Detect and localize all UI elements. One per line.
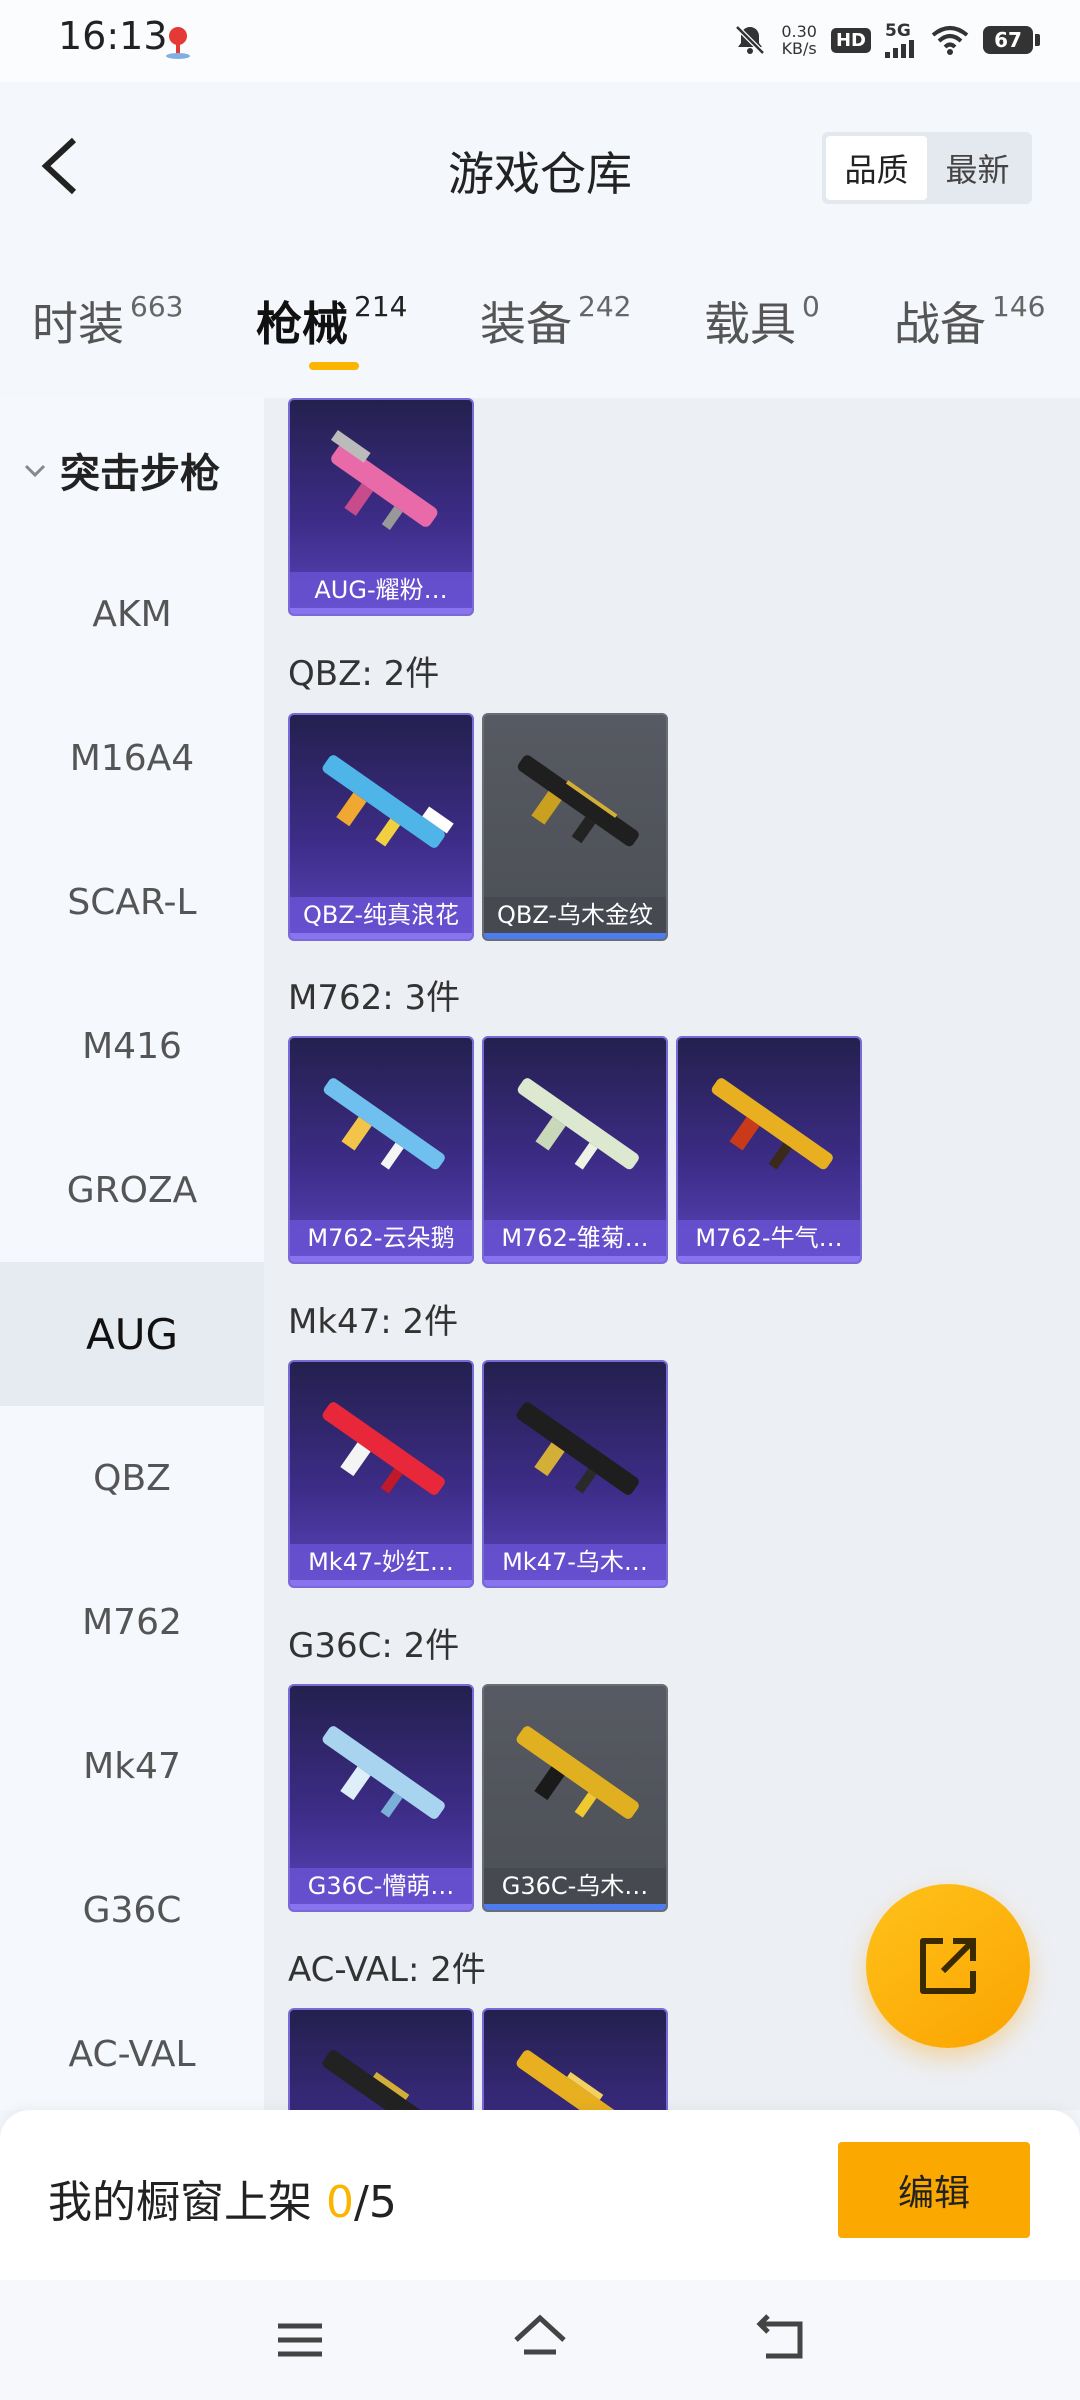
skin-card[interactable]: Mk47-乌木…: [482, 1360, 668, 1588]
sidebar-item-mk47[interactable]: Mk47: [0, 1694, 264, 1838]
tab-battle-prep[interactable]: 战备 146: [894, 288, 1045, 354]
weapon-skin-image: [517, 1078, 639, 1170]
weapon-skin-image: [517, 755, 639, 847]
active-tab-indicator: [309, 362, 359, 370]
skin-card[interactable]: QBZ-乌木金纹: [482, 713, 668, 941]
sort-quality-button[interactable]: 品质: [826, 136, 927, 200]
skin-card[interactable]: [288, 2008, 474, 2110]
weapon-skin-image: [516, 1402, 639, 1495]
skin-card[interactable]: M762-雏菊…: [482, 1036, 668, 1264]
weapon-skin-image: [322, 1726, 445, 1819]
sidebar-item-qbz[interactable]: QBZ: [0, 1406, 264, 1550]
group-title-g36c: G36C: 2件: [288, 1626, 460, 1666]
weapon-skin-image: [322, 755, 454, 848]
status-time: 16:13: [58, 14, 168, 58]
showcase-bar: 我的橱窗上架 0/5 编辑: [0, 2110, 1080, 2280]
sidebar-item-g36c[interactable]: G36C: [0, 1838, 264, 1982]
sort-toggle: 品质 最新: [822, 132, 1032, 204]
chevron-down-icon: [24, 464, 46, 478]
weapon-skin-image: [323, 1078, 445, 1170]
sidebar-item-ac-val[interactable]: AC-VAL: [0, 1982, 264, 2126]
skin-card[interactable]: Mk47-妙红…: [288, 1360, 474, 1588]
weapon-grid: AUG-耀粉… QBZ: 2件 QBZ-纯真浪花 QBZ-乌木金纹 M762: …: [264, 398, 1080, 2110]
skin-card[interactable]: M762-牛气…: [676, 1036, 862, 1264]
group-title-qbz: QBZ: 2件: [288, 654, 440, 694]
weapon-skin-image: [322, 1402, 445, 1495]
weapon-sidebar: 突击步枪 AKM M16A4 SCAR-L M416 GROZA AUG QBZ…: [0, 398, 264, 2110]
tab-equipment[interactable]: 装备 242: [480, 288, 631, 354]
home-icon[interactable]: [510, 2310, 570, 2370]
status-bar: 16:13 0.30 KB/s HD 5G 67: [0, 0, 1080, 82]
skin-card[interactable]: [482, 2008, 668, 2110]
location-pin-icon: [166, 27, 190, 59]
sidebar-item-m416[interactable]: M416: [0, 974, 264, 1118]
sidebar-item-aug[interactable]: AUG: [0, 1262, 264, 1406]
mute-bell-icon: [735, 25, 766, 55]
wifi-icon: [931, 26, 969, 55]
sidebar-item-m762[interactable]: M762: [0, 1550, 264, 1694]
weapon-skin-image: [516, 1726, 639, 1819]
weapon-skin-image: [711, 1078, 833, 1170]
group-title-m762: M762: 3件: [288, 978, 461, 1018]
weapon-skin-image: [516, 2050, 639, 2110]
cell-signal: 5G: [885, 22, 917, 58]
system-nav-bar: [0, 2280, 1080, 2400]
tab-guns[interactable]: 枪械 214: [256, 288, 407, 354]
sidebar-item-groza[interactable]: GROZA: [0, 1118, 264, 1262]
edit-button[interactable]: 编辑: [838, 2142, 1030, 2238]
signal-bars-icon: [885, 39, 914, 58]
showcase-status: 我的橱窗上架 0/5: [48, 2177, 397, 2228]
share-out-icon: [920, 1938, 976, 1994]
page-header: 游戏仓库 品质 最新: [0, 82, 1080, 258]
sidebar-category-assault-rifle[interactable]: 突击步枪: [0, 398, 264, 542]
skin-card[interactable]: M762-云朵鹅: [288, 1036, 474, 1264]
sort-newest-button[interactable]: 最新: [927, 136, 1028, 200]
weapon-skin-image: [330, 430, 438, 530]
menu-icon[interactable]: [270, 2310, 330, 2370]
battery-indicator: 67: [983, 26, 1040, 54]
skin-card[interactable]: G36C-乌木…: [482, 1684, 668, 1912]
skin-card[interactable]: AUG-耀粉…: [288, 398, 474, 616]
weapon-skin-image: [322, 2050, 445, 2110]
hd-badge: HD: [830, 27, 871, 53]
share-button[interactable]: [866, 1884, 1030, 2048]
tab-fashion[interactable]: 时装 663: [32, 288, 183, 354]
sidebar-item-akm[interactable]: AKM: [0, 542, 264, 686]
tab-vehicles[interactable]: 载具 0: [704, 288, 820, 354]
back-icon[interactable]: [752, 2310, 812, 2370]
group-title-mk47: Mk47: 2件: [288, 1302, 459, 1342]
category-tabs: 时装 663 枪械 214 装备 242 载具 0 战备 146: [0, 258, 1080, 398]
net-speed: 0.30 KB/s: [781, 22, 817, 58]
group-title-ac-val: AC-VAL: 2件: [288, 1950, 486, 1990]
skin-card[interactable]: G36C-懵萌…: [288, 1684, 474, 1912]
sidebar-item-scar-l[interactable]: SCAR-L: [0, 830, 264, 974]
skin-card[interactable]: QBZ-纯真浪花: [288, 713, 474, 941]
sidebar-item-m16a4[interactable]: M16A4: [0, 686, 264, 830]
